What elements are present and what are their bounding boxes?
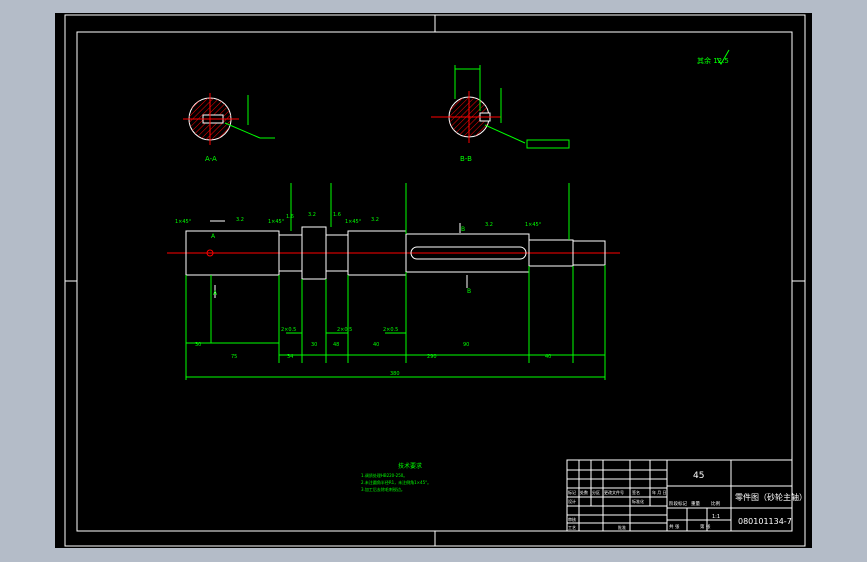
tb-label-sheets: 共 张 <box>669 523 680 530</box>
tb-label-designer: 设计 <box>568 498 576 504</box>
view-mark-a-top: A <box>211 233 216 240</box>
tb-label-process: 工艺 <box>568 525 576 530</box>
tb-label-standardization: 标准化 <box>632 498 644 504</box>
tb-label-scale: 比例 <box>711 500 720 507</box>
tb-label-weight: 重量 <box>691 500 700 507</box>
tb-label-approve: 批准 <box>618 524 626 530</box>
tech-req-line-3: 3.加工后去除毛刺锐边。 <box>361 486 405 492</box>
dim-seg-4: 30 <box>311 342 317 348</box>
section-b: B-B <box>431 65 570 163</box>
dim-seg-3: 34 <box>287 354 293 360</box>
roughness-4: 1.6 <box>333 212 341 218</box>
section-b-leader <box>484 124 526 144</box>
chamfer-1: 1×45° <box>175 219 192 225</box>
tb-label-stage: 阶段标记 <box>669 500 687 507</box>
dim-seg-7: 290 <box>427 354 437 360</box>
roughness-1: 3.2 <box>236 217 244 223</box>
tb-label-sheet-no: 第 张 <box>700 523 711 530</box>
roughness-2: 1.6 <box>286 214 294 220</box>
section-a: A-A <box>183 93 275 163</box>
tb-label-signature: 签名 <box>632 489 640 495</box>
undercut-3: 2×0.5 <box>383 327 398 333</box>
tb-label-date: 年 月 日 <box>652 489 667 495</box>
dim-seg-5: 48 <box>333 342 339 348</box>
roughness-6: 3.2 <box>485 222 493 228</box>
tb-label-count: 处数 <box>580 489 588 495</box>
dim-seg-2: 75 <box>231 354 237 360</box>
section-b-tolerance-frame <box>526 139 570 149</box>
dim-seg-6: 40 <box>373 342 379 348</box>
view-mark-a-bottom: A <box>213 290 218 297</box>
dim-seg-9: 40 <box>545 354 551 360</box>
undercut-2: 2×0.5 <box>337 327 352 333</box>
undercut-1: 2×0.5 <box>281 327 296 333</box>
dim-seg-1: 30 <box>195 342 201 348</box>
view-mark-b-top: B <box>461 226 465 233</box>
view-mark-b-bottom: B <box>467 288 471 295</box>
section-a-leader <box>224 122 261 139</box>
tb-scale: 1:1 <box>712 514 720 520</box>
outer-frame <box>64 14 806 547</box>
tb-part-name: 零件图（砂轮主轴） <box>735 492 807 502</box>
tb-label-zone: 分区 <box>592 489 600 495</box>
inner-frame <box>76 31 793 532</box>
tb-label-checker: 审核 <box>568 516 576 522</box>
tech-req-title: 技术要求 <box>398 462 422 470</box>
dim-seg-8: 90 <box>463 342 469 348</box>
chamfer-3: 1×45° <box>345 219 362 225</box>
section-b-label: B-B <box>460 155 472 163</box>
roughness-note: 其余 12.5 <box>697 56 729 65</box>
drawing-viewport[interactable]: 其余 12.5 A-A B-B 30 75 34 30 48 40 290 90… <box>55 13 812 548</box>
tech-req-line-1: 1.调质处理HB220-250。 <box>361 472 407 478</box>
extension-lines <box>185 183 606 380</box>
tb-label-change-doc: 更改文件号 <box>604 489 624 495</box>
tb-drawing-number: 080101134-7 <box>738 517 792 526</box>
chamfer-4: 1×45° <box>525 222 542 228</box>
roughness-5: 3.2 <box>371 217 379 223</box>
chamfer-2: 1×45° <box>268 219 285 225</box>
cad-drawing: 其余 12.5 A-A B-B 30 75 34 30 48 40 290 90… <box>64 14 807 547</box>
tb-material: 45 <box>693 471 704 481</box>
shaft-main-view <box>167 226 620 280</box>
tech-req-line-2: 2.未注圆角半径R1，未注倒角1×45°。 <box>361 479 431 485</box>
dim-total-length: 380 <box>390 371 400 377</box>
roughness-3: 3.2 <box>308 212 316 218</box>
section-a-label: A-A <box>205 155 217 163</box>
tb-label-marks: 标记 <box>568 489 576 495</box>
